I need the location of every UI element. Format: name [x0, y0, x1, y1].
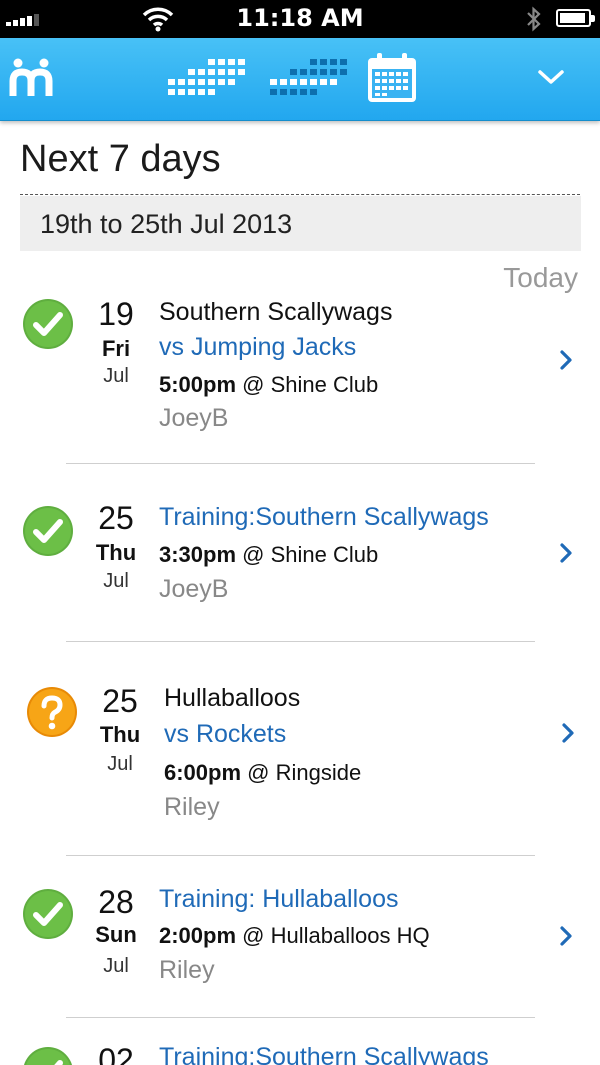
- confirmed-check-icon: [23, 506, 73, 556]
- event-player: JoeyB: [159, 575, 229, 603]
- row-divider: [66, 463, 535, 464]
- event-time-venue: 6:00pm @ Ringside: [164, 760, 361, 786]
- event-row[interactable]: 25 Thu Jul Training:Southern Scallywags …: [0, 500, 600, 620]
- event-day: 25: [102, 683, 138, 719]
- confirmed-check-icon: [23, 889, 73, 939]
- event-row[interactable]: 25 Thu Jul Hullaballoos vs Rockets 6:00p…: [0, 680, 600, 830]
- date-range-label: 19th to 25th Jul 2013: [40, 209, 293, 239]
- event-weekday: Sun: [95, 922, 137, 947]
- title-divider: [20, 194, 580, 195]
- event-month: Jul: [107, 753, 133, 775]
- event-time: 6:00pm: [164, 760, 242, 785]
- battery-icon: [556, 9, 595, 27]
- event-training[interactable]: Training:Southern Scallywags: [159, 503, 489, 532]
- event-player: Riley: [164, 793, 220, 821]
- status-bar: 11:18 AM: [0, 0, 600, 38]
- event-weekday: Fri: [101, 336, 131, 361]
- event-day: 02: [98, 1042, 134, 1065]
- status-time: 11:18 AM: [236, 4, 364, 32]
- row-divider: [66, 641, 535, 642]
- event-month: Jul: [103, 955, 129, 977]
- event-weekday: Thu: [99, 722, 141, 747]
- confirmed-check-icon: [23, 299, 73, 349]
- chevron-right-icon[interactable]: [558, 348, 574, 372]
- week-grid-icon[interactable]: [270, 57, 350, 101]
- chevron-right-icon[interactable]: [560, 721, 576, 745]
- event-team: Southern Scallywags: [159, 298, 393, 326]
- event-row[interactable]: 02 Training:Southern Scallywags: [0, 1040, 600, 1065]
- bluetooth-icon: [527, 6, 541, 32]
- event-row[interactable]: 28 Sun Jul Training: Hullaballoos 2:00pm…: [0, 882, 600, 1002]
- page-title: Next 7 days: [20, 138, 221, 180]
- row-divider: [66, 855, 535, 856]
- event-row[interactable]: 19 Fri Jul Southern Scallywags vs Jumpin…: [0, 290, 600, 450]
- event-venue: @ Shine Club: [242, 372, 379, 397]
- chevron-right-icon[interactable]: [558, 541, 574, 565]
- nav-bar: [0, 38, 600, 121]
- event-day: 25: [98, 500, 134, 536]
- event-month: Jul: [103, 570, 129, 592]
- chevron-down-icon[interactable]: [537, 68, 565, 88]
- event-training[interactable]: Training: Hullaballoos: [159, 885, 398, 914]
- event-player: JoeyB: [159, 404, 229, 432]
- event-month: Jul: [103, 365, 129, 387]
- confirmed-check-icon: [24, 1047, 72, 1065]
- event-time: 5:00pm: [159, 372, 237, 397]
- event-opponent[interactable]: vs Rockets: [164, 720, 286, 749]
- event-time-venue: 5:00pm @ Shine Club: [159, 372, 378, 398]
- event-day: 19: [98, 296, 134, 332]
- unknown-status-icon: [27, 687, 77, 737]
- event-opponent[interactable]: vs Jumping Jacks: [159, 333, 356, 362]
- calendar-icon[interactable]: [366, 52, 418, 104]
- event-time-venue: 2:00pm @ Hullaballoos HQ: [159, 923, 430, 949]
- event-time: 2:00pm: [159, 923, 237, 948]
- date-range-bar: 19th to 25th Jul 2013: [20, 196, 581, 251]
- event-venue: @ Ringside: [247, 760, 362, 785]
- event-team: Hullaballoos: [164, 684, 301, 712]
- event-day: 28: [98, 884, 134, 920]
- event-time-venue: 3:30pm @ Shine Club: [159, 542, 378, 568]
- row-divider: [66, 1017, 535, 1018]
- event-training[interactable]: Training:Southern Scallywags: [159, 1043, 489, 1065]
- event-time: 3:30pm: [159, 542, 237, 567]
- event-weekday: Thu: [95, 540, 137, 565]
- month-grid-icon[interactable]: [168, 57, 248, 101]
- team-app-logo-icon[interactable]: [9, 56, 53, 98]
- chevron-right-icon[interactable]: [558, 924, 574, 948]
- event-player: Riley: [159, 956, 215, 984]
- event-venue: @ Shine Club: [242, 542, 379, 567]
- event-venue: @ Hullaballoos HQ: [242, 923, 430, 948]
